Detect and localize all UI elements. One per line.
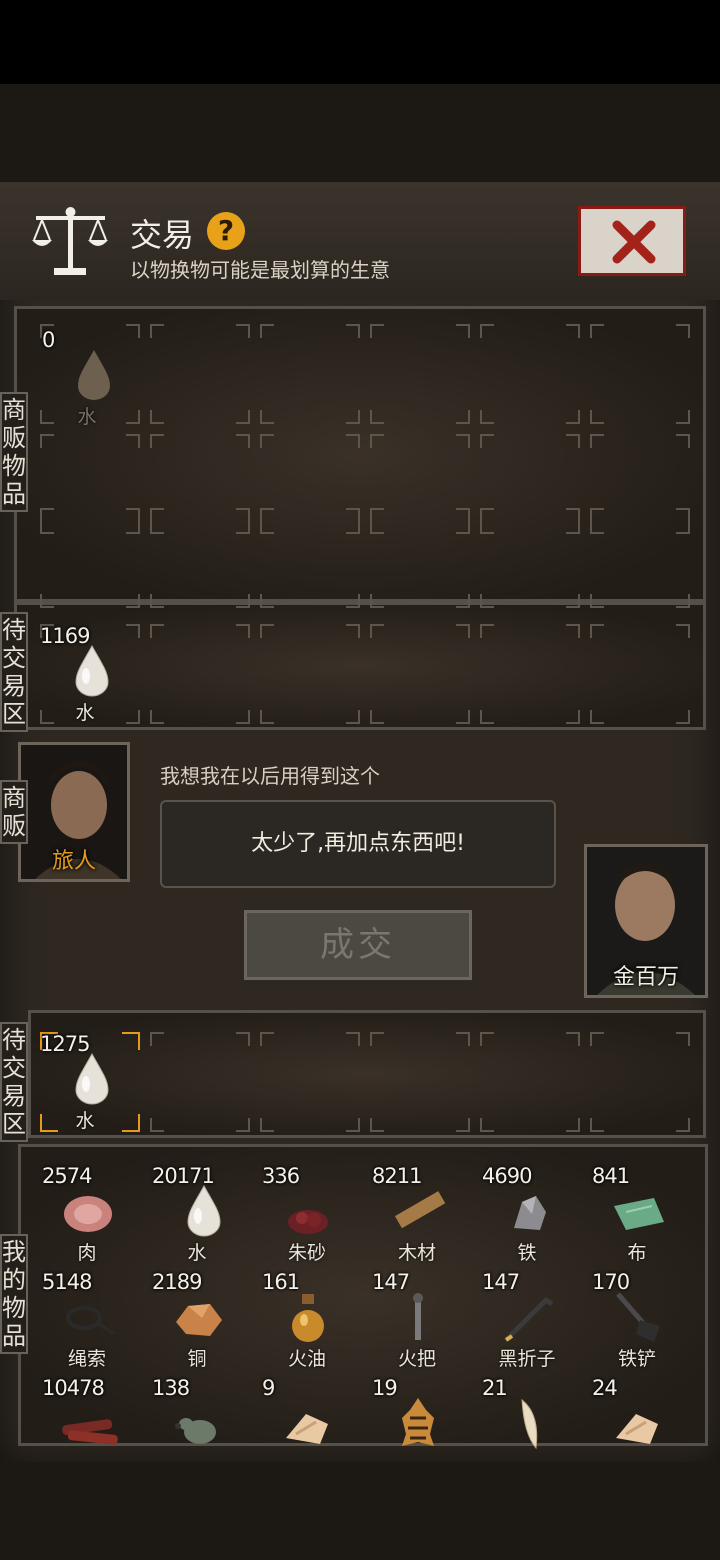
item-slot[interactable]	[370, 324, 470, 424]
merchant-goods-label: 商贩物品	[0, 392, 28, 512]
item-name: 铁	[517, 1242, 537, 1264]
trade-panel: 交易 ? 以物换物可能是最划算的生意 商贩物品 待交易区 旅人 商贩 我想我在以…	[0, 182, 720, 1462]
item-slot[interactable]	[590, 508, 690, 608]
item-slot[interactable]	[260, 324, 360, 424]
deal-button[interactable]: 成交	[244, 910, 472, 980]
item-slot[interactable]	[150, 1032, 250, 1132]
water-drop-icon	[75, 644, 109, 697]
inventory-item[interactable]: 4690 铁	[482, 1164, 590, 1268]
pending-bottom-item-0[interactable]: 1275 水	[40, 1032, 148, 1136]
shovel-icon	[616, 1292, 660, 1342]
item-slot[interactable]	[590, 1032, 690, 1132]
page-title: 交易	[130, 216, 195, 254]
inventory-item[interactable]: 8211 木材	[372, 1164, 480, 1268]
item-slot[interactable]	[480, 1032, 580, 1132]
rope-icon	[66, 1306, 115, 1336]
inventory-item[interactable]: 336 朱砂	[262, 1164, 370, 1268]
item-slot[interactable]	[480, 324, 580, 424]
inventory-item[interactable]: 841 布	[592, 1164, 700, 1268]
item-slot[interactable]	[260, 508, 360, 608]
item-name: 黑折子	[498, 1348, 556, 1370]
item-slot[interactable]	[40, 508, 140, 608]
item-name: 木材	[397, 1242, 436, 1264]
bottom-backdrop	[0, 1462, 720, 1560]
inventory-item[interactable]: 20171 水	[152, 1164, 260, 1268]
inventory-item[interactable]: 147 黑折子	[482, 1270, 590, 1374]
fang-icon	[521, 1398, 538, 1450]
item-slot[interactable]	[150, 624, 250, 724]
trade-header: 交易 ? 以物换物可能是最划算的生意	[0, 182, 720, 300]
item-count: 0	[42, 328, 55, 352]
oil-bottle-icon	[292, 1294, 324, 1342]
item-slot[interactable]	[590, 624, 690, 724]
scales-icon	[32, 207, 108, 275]
top-backdrop	[0, 84, 720, 182]
gourd-icon	[175, 1418, 216, 1444]
item-name: 肉	[77, 1242, 97, 1264]
merchant-name: 旅人	[51, 849, 96, 874]
merchant-item-0[interactable]: 0 水	[42, 328, 150, 432]
item-name: 水	[75, 702, 95, 724]
status-bar-area	[0, 0, 720, 84]
water-drop-icon	[75, 1052, 109, 1105]
item-name: 布	[627, 1242, 647, 1264]
merchant-speech-bubble: 太少了,再加点东西吧!	[160, 800, 556, 888]
cinnabar-icon	[288, 1210, 328, 1234]
item-slot[interactable]	[150, 508, 250, 608]
item-slot[interactable]	[590, 324, 690, 424]
animal-bone-icon	[286, 1414, 328, 1444]
inventory-item[interactable]: 5148 绳索	[42, 1270, 150, 1374]
copper-ore-icon	[176, 1304, 222, 1336]
pending-top-label: 待交易区	[0, 612, 28, 732]
item-slot[interactable]	[370, 1032, 470, 1132]
wood-plank-icon	[394, 1191, 446, 1229]
merchant-wish-text: 我想我在以后用得到这个	[160, 764, 380, 788]
inventory-item[interactable]: 147 火把	[372, 1270, 480, 1374]
item-slot[interactable]	[370, 624, 470, 724]
player-portrait: 金百万	[584, 844, 708, 998]
item-name: 铜	[187, 1348, 207, 1370]
item-slot[interactable]	[260, 624, 360, 724]
item-name: 朱砂	[287, 1242, 326, 1264]
page-subtitle: 以物换物可能是最划算的生意	[130, 258, 390, 282]
water-drop-icon	[187, 1184, 221, 1237]
close-icon	[612, 220, 656, 264]
inventory-item[interactable]: 170 铁铲	[592, 1270, 700, 1374]
item-slot[interactable]	[480, 508, 580, 608]
merchant-portrait: 旅人	[18, 742, 130, 882]
pending-bottom-label: 待交易区	[0, 1022, 28, 1142]
inventory-item[interactable]: 161 火油	[262, 1270, 370, 1374]
item-name: 铁铲	[617, 1348, 656, 1370]
inventory-item[interactable]: 2189 铜	[152, 1270, 260, 1374]
item-name: 水	[75, 1110, 95, 1132]
crowbar-icon	[504, 1296, 554, 1342]
animal-bone-icon	[616, 1414, 658, 1444]
item-name: 水	[187, 1242, 207, 1264]
inventory-label: 我的物品	[0, 1234, 28, 1354]
jerky-icon	[62, 1419, 118, 1445]
item-slot[interactable]	[480, 624, 580, 724]
player-name: 金百万	[612, 965, 679, 990]
item-slot[interactable]	[150, 324, 250, 424]
item-count: 9	[262, 1376, 275, 1400]
item-name: 火把	[397, 1348, 436, 1370]
item-name: 绳索	[67, 1348, 106, 1370]
item-slot[interactable]	[260, 1032, 360, 1132]
item-name: 水	[77, 406, 97, 428]
item-slot[interactable]	[370, 508, 470, 608]
cloth-icon	[614, 1198, 664, 1230]
inventory-item[interactable]: 2574 肉	[42, 1164, 150, 1268]
water-drop-icon	[78, 350, 110, 400]
torch-icon	[413, 1293, 423, 1340]
merchant-label: 商贩	[0, 780, 28, 844]
tiger-pelt-icon	[402, 1398, 434, 1446]
pending-top-item-0[interactable]: 1169 水	[40, 624, 148, 728]
help-icon[interactable]: ?	[207, 212, 245, 250]
close-button[interactable]	[578, 206, 686, 276]
item-name: 火油	[287, 1348, 326, 1370]
meat-icon	[64, 1196, 112, 1232]
iron-ore-icon	[514, 1196, 546, 1230]
